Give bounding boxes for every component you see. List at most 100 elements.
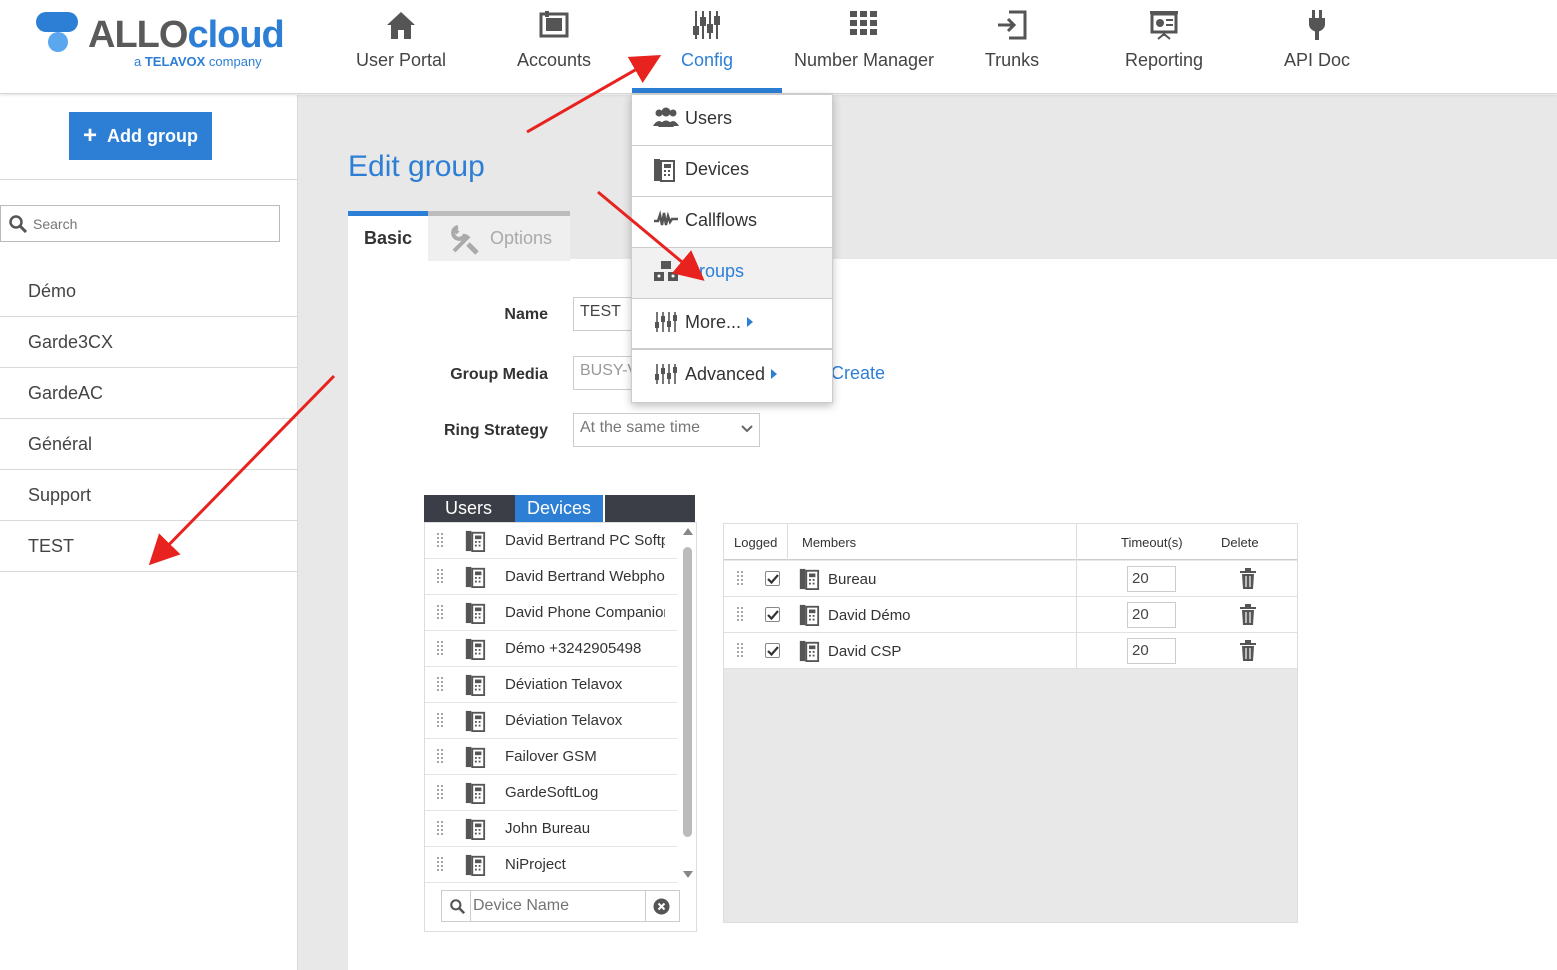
device-list-item[interactable]: NiProject	[425, 847, 677, 883]
group-list: Démo Garde3CX GardeAC Général Support TE…	[0, 266, 297, 572]
device-list-item[interactable]: Déviation Telavox	[425, 667, 677, 703]
config-menu-item-callflows[interactable]: Callflows	[632, 197, 832, 248]
allocloud-logo[interactable]: ALLOcloud a TELAVOX company	[36, 12, 296, 72]
nav-reporting[interactable]: Reporting	[1103, 0, 1225, 94]
device-list-item[interactable]: David Bertrand PC Softphone	[425, 523, 677, 559]
device-name-input[interactable]	[473, 894, 643, 918]
create-media-link[interactable]: Create	[831, 363, 885, 384]
member-name: David CSP	[828, 643, 902, 660]
device-name: GardeSoftLog	[505, 784, 599, 801]
desk-phone-icon	[464, 818, 486, 845]
timeout-input[interactable]: 20	[1127, 602, 1176, 628]
tab-users-source[interactable]: Users	[424, 495, 513, 522]
desk-phone-icon	[464, 602, 486, 629]
config-menu-item-devices[interactable]: Devices	[632, 146, 832, 197]
nav-user-portal[interactable]: User Portal	[340, 0, 462, 94]
config-menu-item-users[interactable]: Users	[632, 95, 832, 146]
device-list-item[interactable]: Démo +3242905498	[425, 631, 677, 667]
drag-handle-icon[interactable]	[436, 640, 444, 663]
column-divider	[787, 524, 788, 560]
device-list-item[interactable]: John Bureau	[425, 811, 677, 847]
submenu-caret-icon	[747, 317, 753, 327]
drag-handle-icon[interactable]	[436, 532, 444, 555]
group-search-box[interactable]	[0, 205, 280, 242]
nav-trunks[interactable]: Trunks	[951, 0, 1073, 94]
logged-checkbox[interactable]	[765, 643, 780, 658]
header-timeout: Timeout(s)	[1121, 535, 1183, 550]
drag-handle-icon[interactable]	[436, 820, 444, 843]
device-list-item[interactable]: Failover GSM	[425, 739, 677, 775]
scrollbar-thumb[interactable]	[683, 547, 692, 837]
group-item-test[interactable]: TEST	[0, 521, 297, 572]
desk-phone-icon	[464, 782, 486, 809]
config-menu-item-more[interactable]: More...	[632, 299, 832, 350]
sliders-icon	[693, 11, 720, 39]
members-header-row: Logged Members Timeout(s) Delete	[724, 524, 1297, 560]
scroll-down-icon[interactable]	[683, 871, 693, 879]
group-item-general[interactable]: Général	[0, 419, 297, 470]
search-icon	[9, 215, 27, 233]
group-media-label: Group Media	[450, 366, 548, 383]
tab-devices-source[interactable]: Devices	[515, 495, 603, 522]
drag-handle-icon[interactable]	[736, 570, 744, 592]
member-row: David CSP 20	[724, 633, 1297, 669]
tab-options[interactable]: Options	[428, 211, 570, 261]
trash-icon[interactable]	[1239, 568, 1257, 594]
nav-config[interactable]: Config	[646, 0, 768, 94]
accounts-icon	[539, 11, 569, 38]
group-item-garde3cx[interactable]: Garde3CX	[0, 317, 297, 368]
logged-checkbox[interactable]	[765, 607, 780, 622]
scroll-up-icon[interactable]	[683, 527, 693, 535]
nav-accounts[interactable]: Accounts	[493, 0, 615, 94]
clear-search-icon[interactable]	[653, 898, 670, 915]
drag-handle-icon[interactable]	[736, 642, 744, 664]
device-list-item[interactable]: David Bertrand Webphone	[425, 559, 677, 595]
submenu-caret-icon	[771, 369, 777, 379]
tab-basic[interactable]: Basic	[348, 211, 428, 261]
desk-phone-icon	[464, 710, 486, 737]
sliders-icon	[653, 311, 679, 338]
desk-phone-icon	[798, 604, 820, 630]
trash-icon[interactable]	[1239, 640, 1257, 666]
drag-handle-icon[interactable]	[736, 606, 744, 628]
drag-handle-icon[interactable]	[436, 712, 444, 735]
group-item-support[interactable]: Support	[0, 470, 297, 521]
timeout-input[interactable]: 20	[1127, 638, 1176, 664]
tools-icon	[451, 225, 479, 255]
nav-number-manager[interactable]: Number Manager	[788, 0, 940, 94]
drag-handle-icon[interactable]	[436, 748, 444, 771]
config-menu-item-groups[interactable]: Groups	[632, 248, 832, 299]
config-menu-item-advanced[interactable]: Advanced	[632, 351, 832, 402]
add-group-button[interactable]: + Add group	[69, 112, 212, 160]
drag-handle-icon[interactable]	[436, 784, 444, 807]
config-menu-label: Devices	[685, 159, 750, 179]
drag-handle-icon[interactable]	[436, 568, 444, 591]
group-sidebar: + Add group Démo Garde3CX GardeAC Généra…	[0, 95, 298, 970]
group-media-select[interactable]: BUSY-V	[573, 356, 633, 390]
name-input[interactable]: TEST	[573, 297, 633, 331]
device-search-box[interactable]	[441, 890, 680, 922]
device-list-item[interactable]: GardeSoftLog	[425, 775, 677, 811]
device-list-item[interactable]: Déviation Telavox	[425, 703, 677, 739]
member-row: David Démo 20	[724, 597, 1297, 633]
group-item-gardeac[interactable]: GardeAC	[0, 368, 297, 419]
chevron-down-icon	[741, 425, 753, 433]
trash-icon[interactable]	[1239, 604, 1257, 630]
keypad-icon	[850, 11, 877, 35]
tab-separator	[603, 495, 605, 522]
drag-handle-icon[interactable]	[436, 604, 444, 627]
drag-handle-icon[interactable]	[436, 856, 444, 879]
column-divider	[1076, 597, 1077, 633]
group-item-demo[interactable]: Démo	[0, 266, 297, 317]
timeout-input[interactable]: 20	[1127, 566, 1176, 592]
device-list-item[interactable]: David Phone Companion	[425, 595, 677, 631]
active-nav-indicator	[632, 88, 782, 93]
member-row: Bureau 20	[724, 561, 1297, 597]
config-menu-label: Callflows	[685, 210, 758, 230]
ring-strategy-select[interactable]: At the same time	[573, 413, 760, 447]
logged-checkbox[interactable]	[765, 571, 780, 586]
config-menu-label: Groups	[685, 261, 745, 281]
drag-handle-icon[interactable]	[436, 676, 444, 699]
group-search-input[interactable]	[33, 212, 273, 236]
nav-api-doc[interactable]: API Doc	[1256, 0, 1378, 94]
